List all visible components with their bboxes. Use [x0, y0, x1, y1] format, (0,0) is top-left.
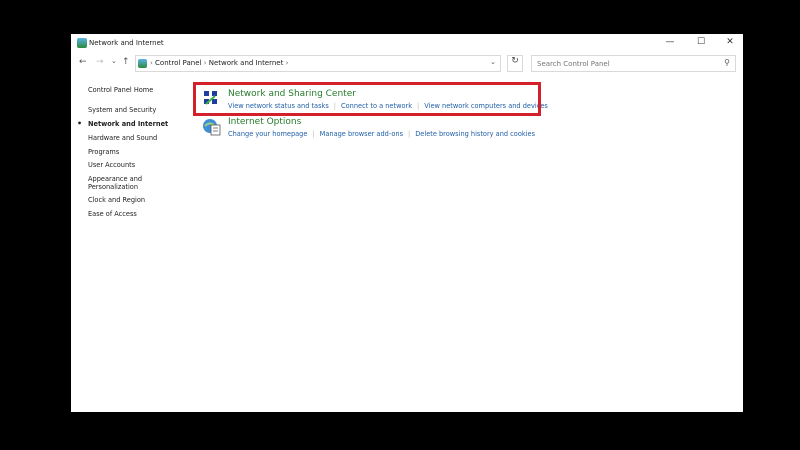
back-button[interactable]: ← [79, 57, 87, 67]
sidebar-home-link[interactable]: Control Panel Home [88, 86, 153, 94]
window-title: Network and Internet [89, 39, 164, 47]
refresh-button[interactable]: ↻ [507, 55, 523, 72]
navigation-bar: ← → ⌄ ↑ › Control Panel › Network and In… [71, 54, 743, 72]
sidebar-item-user-accounts[interactable]: User Accounts [88, 161, 135, 169]
sidebar-item-programs[interactable]: Programs [88, 148, 119, 156]
sidebar-item-hardware-sound[interactable]: Hardware and Sound [88, 134, 157, 142]
control-panel-window: Network and Internet — ☐ ✕ ← → ⌄ ↑ › Con… [71, 34, 743, 412]
search-icon[interactable]: ⚲ [724, 58, 730, 67]
forward-button[interactable]: → [96, 57, 104, 67]
sidebar-item-clock-region[interactable]: Clock and Region [88, 196, 145, 204]
sidebar-item-label: Network and Internet [88, 120, 169, 128]
internet-options-link[interactable]: Internet Options [228, 117, 301, 127]
maximize-button[interactable]: ☐ [688, 37, 714, 47]
close-button[interactable]: ✕ [717, 37, 743, 47]
internet-options-icon [203, 119, 221, 136]
breadcrumb-network-and-internet[interactable]: Network and Internet [209, 59, 284, 67]
delete-history-link[interactable]: Delete browsing history and cookies [415, 130, 535, 138]
sidebar-item-appearance[interactable]: Appearance and Personalization [88, 175, 148, 191]
search-box[interactable]: ⚲ [531, 55, 736, 72]
refresh-icon: ↻ [511, 56, 519, 66]
search-input[interactable] [532, 56, 712, 71]
recent-locations-button[interactable]: ⌄ [111, 57, 117, 65]
chevron-down-icon[interactable]: ⌄ [490, 58, 496, 66]
network-folder-icon [77, 38, 87, 48]
change-homepage-link[interactable]: Change your homepage [228, 130, 307, 138]
up-button[interactable]: ↑ [122, 57, 130, 67]
control-panel-icon [138, 59, 147, 68]
sidebar-item-ease-of-access[interactable]: Ease of Access [88, 210, 137, 218]
sidebar-item-system-security[interactable]: System and Security [88, 106, 156, 114]
address-bar[interactable]: › Control Panel › Network and Internet ›… [135, 55, 501, 72]
sidebar-item-network-internet[interactable]: • Network and Internet [77, 120, 169, 129]
current-bullet: • [77, 119, 83, 128]
title-bar: Network and Internet — ☐ ✕ [71, 34, 743, 52]
manage-addons-link[interactable]: Manage browser add-ons [320, 130, 403, 138]
breadcrumb-control-panel[interactable]: Control Panel [155, 59, 201, 67]
highlight-box [193, 82, 541, 116]
minimize-button[interactable]: — [657, 37, 683, 47]
